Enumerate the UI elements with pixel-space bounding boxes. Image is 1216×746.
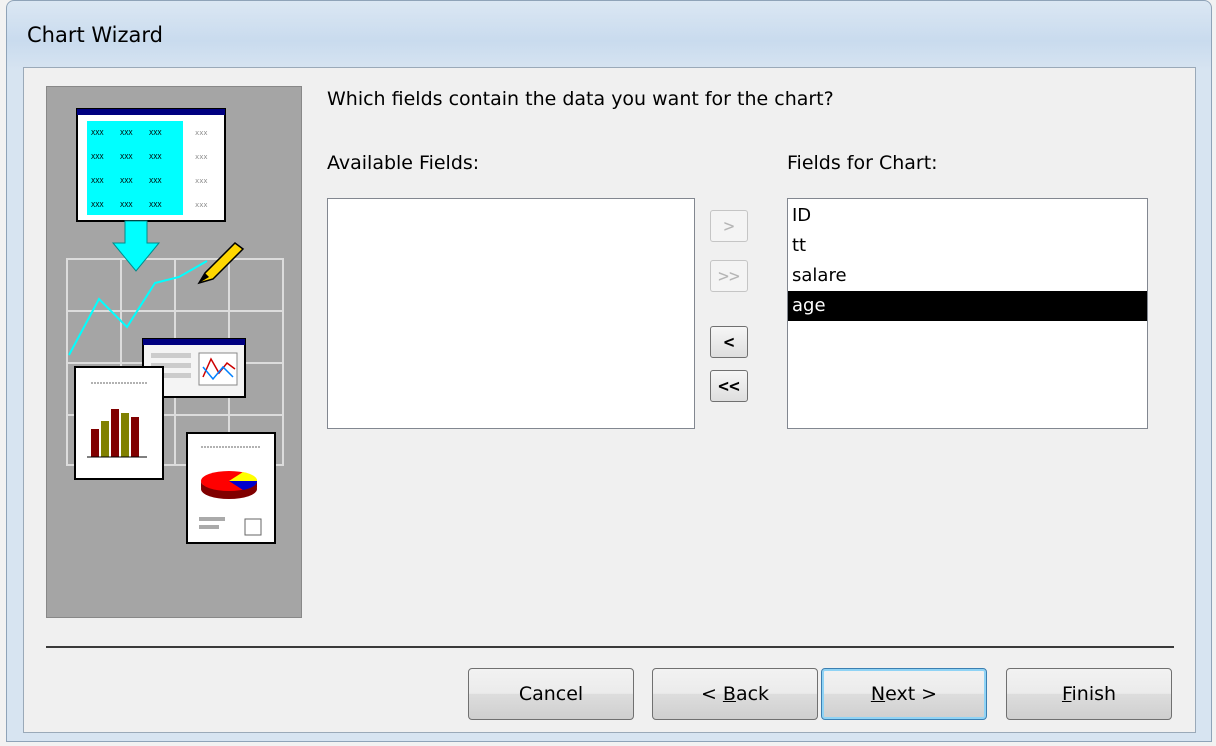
remove-field-button[interactable]: < — [710, 326, 748, 358]
pie-report-image — [186, 432, 276, 544]
datasheet-cell: XXX — [149, 201, 162, 209]
list-item[interactable]: tt — [788, 231, 1147, 261]
datasheet-image: XXX XXX XXX XXX XXX XXX XXX XXX XXX XXX … — [76, 108, 226, 222]
down-arrow-icon — [111, 220, 161, 272]
remove-all-fields-button[interactable]: << — [710, 370, 748, 402]
datasheet-cell: XXX — [149, 129, 162, 137]
svg-text:xxx: xxx — [195, 129, 208, 137]
datasheet-cell: XXX — [91, 201, 104, 209]
chart-wizard-window: Chart Wizard XXX XXX XXX XXX XXX XXX XXX… — [6, 0, 1212, 742]
cancel-button-label: Cancel — [518, 683, 584, 705]
svg-text:xxx: xxx — [195, 177, 208, 185]
list-item[interactable]: ID — [788, 201, 1147, 231]
datasheet-cell: XXX — [120, 129, 133, 137]
datasheet-cell: XXX — [91, 153, 104, 161]
add-field-button[interactable]: > — [710, 210, 748, 242]
add-all-fields-button[interactable]: >> — [710, 260, 748, 292]
available-fields-list[interactable] — [327, 198, 695, 429]
datasheet-cell: XXX — [149, 177, 162, 185]
datasheet-cell: XXX — [91, 129, 104, 137]
datasheet-cell: XXX — [149, 153, 162, 161]
title-bar[interactable]: Chart Wizard — [7, 1, 1211, 67]
bar-report-image — [74, 366, 164, 480]
wizard-question: Which fields contain the data you want f… — [327, 88, 834, 110]
finish-button[interactable]: Finish — [1006, 668, 1172, 720]
back-button[interactable]: < Back — [652, 668, 818, 720]
next-button-label: Next > — [870, 683, 938, 705]
cancel-button[interactable]: Cancel — [468, 668, 634, 720]
datasheet-cell: XXX — [91, 177, 104, 185]
available-fields-label: Available Fields: — [327, 152, 480, 174]
list-item-selected[interactable]: age — [788, 291, 1147, 321]
wizard-client-area: XXX XXX XXX XXX XXX XXX XXX XXX XXX XXX … — [23, 67, 1196, 733]
chart-fields-label: Fields for Chart: — [787, 152, 938, 174]
chart-wizard-graphic: XXX XXX XXX XXX XXX XXX XXX XXX XXX XXX … — [66, 108, 284, 544]
list-item[interactable]: salare — [788, 261, 1147, 291]
footer-divider — [46, 646, 1174, 648]
pencil-icon — [197, 242, 245, 285]
finish-button-label: Finish — [1061, 683, 1117, 705]
wizard-illustration: XXX XXX XXX XXX XXX XXX XXX XXX XXX XXX … — [46, 86, 302, 618]
datasheet-cell: XXX — [120, 201, 133, 209]
next-button[interactable]: Next > — [821, 668, 987, 720]
window-title: Chart Wizard — [27, 23, 164, 47]
svg-text:xxx: xxx — [195, 153, 208, 161]
chart-fields-list[interactable]: ID tt salare age — [787, 198, 1148, 429]
datasheet-cell: XXX — [120, 177, 133, 185]
svg-text:xxx: xxx — [195, 201, 208, 209]
back-button-label: < Back — [700, 683, 770, 705]
datasheet-cell: XXX — [120, 153, 133, 161]
